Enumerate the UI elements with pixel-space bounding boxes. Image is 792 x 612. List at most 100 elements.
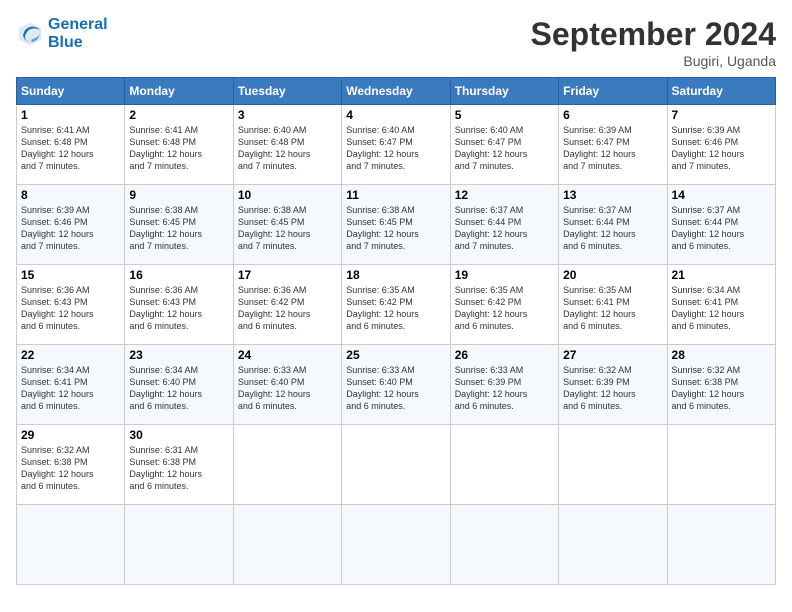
day-number: 9 [129, 188, 228, 202]
day-number: 26 [455, 348, 554, 362]
table-row [450, 505, 558, 585]
day-info: Sunrise: 6:38 AM Sunset: 6:45 PM Dayligh… [238, 204, 337, 253]
day-info: Sunrise: 6:33 AM Sunset: 6:40 PM Dayligh… [346, 364, 445, 413]
day-number: 15 [21, 268, 120, 282]
day-number: 12 [455, 188, 554, 202]
day-info: Sunrise: 6:38 AM Sunset: 6:45 PM Dayligh… [346, 204, 445, 253]
day-number: 2 [129, 108, 228, 122]
day-number: 7 [672, 108, 771, 122]
day-number: 22 [21, 348, 120, 362]
calendar-row [17, 505, 776, 585]
col-wednesday: Wednesday [342, 78, 450, 105]
day-info: Sunrise: 6:33 AM Sunset: 6:40 PM Dayligh… [238, 364, 337, 413]
table-row: 23 Sunrise: 6:34 AM Sunset: 6:40 PM Dayl… [125, 345, 233, 425]
day-number: 27 [563, 348, 662, 362]
month-title: September 2024 [531, 16, 776, 53]
day-info: Sunrise: 6:31 AM Sunset: 6:38 PM Dayligh… [129, 444, 228, 493]
col-tuesday: Tuesday [233, 78, 341, 105]
col-friday: Friday [559, 78, 667, 105]
day-number: 1 [21, 108, 120, 122]
day-number: 13 [563, 188, 662, 202]
day-info: Sunrise: 6:36 AM Sunset: 6:42 PM Dayligh… [238, 284, 337, 333]
table-row: 30 Sunrise: 6:31 AM Sunset: 6:38 PM Dayl… [125, 425, 233, 505]
table-row: 14 Sunrise: 6:37 AM Sunset: 6:44 PM Dayl… [667, 185, 775, 265]
table-row [342, 505, 450, 585]
calendar-row: 22 Sunrise: 6:34 AM Sunset: 6:41 PM Dayl… [17, 345, 776, 425]
header-row: Sunday Monday Tuesday Wednesday Thursday… [17, 78, 776, 105]
page-header: General Blue September 2024 Bugiri, Ugan… [16, 16, 776, 69]
table-row: 19 Sunrise: 6:35 AM Sunset: 6:42 PM Dayl… [450, 265, 558, 345]
day-info: Sunrise: 6:34 AM Sunset: 6:41 PM Dayligh… [672, 284, 771, 333]
day-number: 6 [563, 108, 662, 122]
day-info: Sunrise: 6:36 AM Sunset: 6:43 PM Dayligh… [21, 284, 120, 333]
day-info: Sunrise: 6:34 AM Sunset: 6:40 PM Dayligh… [129, 364, 228, 413]
calendar-row: 8 Sunrise: 6:39 AM Sunset: 6:46 PM Dayli… [17, 185, 776, 265]
day-info: Sunrise: 6:39 AM Sunset: 6:47 PM Dayligh… [563, 124, 662, 173]
day-info: Sunrise: 6:40 AM Sunset: 6:47 PM Dayligh… [455, 124, 554, 173]
logo-text: General Blue [48, 16, 108, 51]
table-row: 3 Sunrise: 6:40 AM Sunset: 6:48 PM Dayli… [233, 105, 341, 185]
day-info: Sunrise: 6:39 AM Sunset: 6:46 PM Dayligh… [672, 124, 771, 173]
day-info: Sunrise: 6:36 AM Sunset: 6:43 PM Dayligh… [129, 284, 228, 333]
table-row: 21 Sunrise: 6:34 AM Sunset: 6:41 PM Dayl… [667, 265, 775, 345]
day-number: 11 [346, 188, 445, 202]
day-number: 18 [346, 268, 445, 282]
table-row [125, 505, 233, 585]
table-row: 7 Sunrise: 6:39 AM Sunset: 6:46 PM Dayli… [667, 105, 775, 185]
table-row: 26 Sunrise: 6:33 AM Sunset: 6:39 PM Dayl… [450, 345, 558, 425]
day-info: Sunrise: 6:39 AM Sunset: 6:46 PM Dayligh… [21, 204, 120, 253]
day-number: 30 [129, 428, 228, 442]
day-info: Sunrise: 6:34 AM Sunset: 6:41 PM Dayligh… [21, 364, 120, 413]
calendar-table: Sunday Monday Tuesday Wednesday Thursday… [16, 77, 776, 585]
table-row: 16 Sunrise: 6:36 AM Sunset: 6:43 PM Dayl… [125, 265, 233, 345]
day-info: Sunrise: 6:33 AM Sunset: 6:39 PM Dayligh… [455, 364, 554, 413]
day-number: 4 [346, 108, 445, 122]
table-row: 25 Sunrise: 6:33 AM Sunset: 6:40 PM Dayl… [342, 345, 450, 425]
col-saturday: Saturday [667, 78, 775, 105]
logo: General Blue [16, 16, 108, 51]
day-info: Sunrise: 6:40 AM Sunset: 6:47 PM Dayligh… [346, 124, 445, 173]
table-row: 11 Sunrise: 6:38 AM Sunset: 6:45 PM Dayl… [342, 185, 450, 265]
title-block: September 2024 Bugiri, Uganda [531, 16, 776, 69]
calendar-row: 15 Sunrise: 6:36 AM Sunset: 6:43 PM Dayl… [17, 265, 776, 345]
table-row: 12 Sunrise: 6:37 AM Sunset: 6:44 PM Dayl… [450, 185, 558, 265]
day-number: 10 [238, 188, 337, 202]
day-number: 28 [672, 348, 771, 362]
table-row: 27 Sunrise: 6:32 AM Sunset: 6:39 PM Dayl… [559, 345, 667, 425]
day-number: 21 [672, 268, 771, 282]
day-info: Sunrise: 6:32 AM Sunset: 6:38 PM Dayligh… [672, 364, 771, 413]
table-row [342, 425, 450, 505]
table-row: 8 Sunrise: 6:39 AM Sunset: 6:46 PM Dayli… [17, 185, 125, 265]
day-number: 8 [21, 188, 120, 202]
table-row: 4 Sunrise: 6:40 AM Sunset: 6:47 PM Dayli… [342, 105, 450, 185]
col-sunday: Sunday [17, 78, 125, 105]
table-row [559, 505, 667, 585]
table-row: 20 Sunrise: 6:35 AM Sunset: 6:41 PM Dayl… [559, 265, 667, 345]
day-number: 19 [455, 268, 554, 282]
table-row [559, 425, 667, 505]
table-row: 15 Sunrise: 6:36 AM Sunset: 6:43 PM Dayl… [17, 265, 125, 345]
day-number: 25 [346, 348, 445, 362]
day-number: 20 [563, 268, 662, 282]
day-number: 16 [129, 268, 228, 282]
table-row [17, 505, 125, 585]
day-info: Sunrise: 6:37 AM Sunset: 6:44 PM Dayligh… [455, 204, 554, 253]
table-row: 29 Sunrise: 6:32 AM Sunset: 6:38 PM Dayl… [17, 425, 125, 505]
col-monday: Monday [125, 78, 233, 105]
table-row: 18 Sunrise: 6:35 AM Sunset: 6:42 PM Dayl… [342, 265, 450, 345]
day-info: Sunrise: 6:41 AM Sunset: 6:48 PM Dayligh… [21, 124, 120, 173]
day-number: 3 [238, 108, 337, 122]
day-number: 17 [238, 268, 337, 282]
day-number: 14 [672, 188, 771, 202]
day-info: Sunrise: 6:38 AM Sunset: 6:45 PM Dayligh… [129, 204, 228, 253]
table-row: 17 Sunrise: 6:36 AM Sunset: 6:42 PM Dayl… [233, 265, 341, 345]
table-row [667, 505, 775, 585]
table-row [233, 505, 341, 585]
day-info: Sunrise: 6:35 AM Sunset: 6:42 PM Dayligh… [346, 284, 445, 333]
day-info: Sunrise: 6:32 AM Sunset: 6:39 PM Dayligh… [563, 364, 662, 413]
table-row [450, 425, 558, 505]
day-info: Sunrise: 6:40 AM Sunset: 6:48 PM Dayligh… [238, 124, 337, 173]
day-info: Sunrise: 6:41 AM Sunset: 6:48 PM Dayligh… [129, 124, 228, 173]
table-row: 1 Sunrise: 6:41 AM Sunset: 6:48 PM Dayli… [17, 105, 125, 185]
table-row: 13 Sunrise: 6:37 AM Sunset: 6:44 PM Dayl… [559, 185, 667, 265]
